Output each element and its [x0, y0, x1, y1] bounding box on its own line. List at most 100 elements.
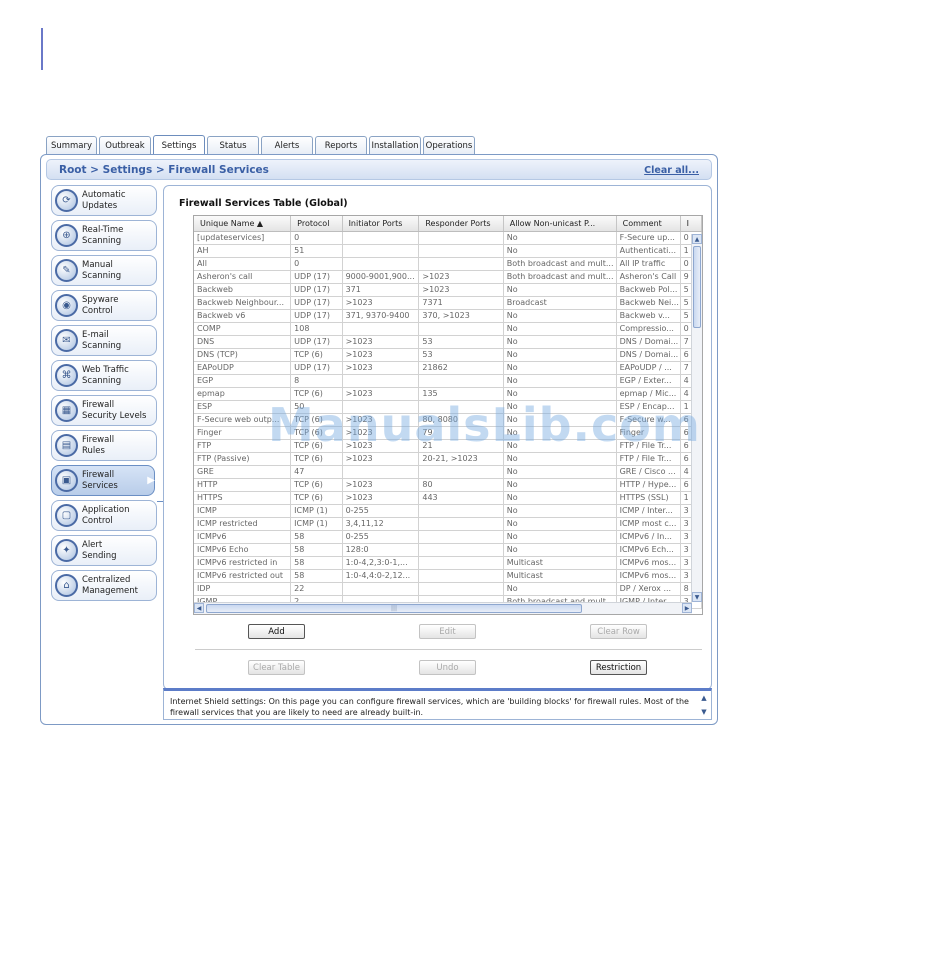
table-cell[interactable]: No	[503, 387, 617, 401]
table-cell[interactable]: No	[503, 335, 617, 349]
table-cell[interactable]: No	[503, 478, 617, 492]
table-cell[interactable]: TCP (6)	[290, 452, 343, 466]
table-cell[interactable]: EAPoUDP / ...	[616, 361, 681, 375]
table-cell[interactable]: ICMPv6	[194, 530, 292, 544]
table-cell[interactable]: No	[503, 348, 617, 362]
add-button[interactable]: Add	[248, 624, 305, 639]
table-cell[interactable]: TCP (6)	[290, 426, 343, 440]
table-cell[interactable]: 58	[290, 556, 343, 570]
sidebar-item-firewall-rules[interactable]: ▤ Firewall Rules	[51, 430, 157, 461]
tab-outbreak[interactable]: Outbreak	[99, 136, 151, 155]
table-cell[interactable]	[418, 582, 504, 596]
table-cell[interactable]: >1023	[342, 478, 420, 492]
clear-table-button[interactable]: Clear Table	[248, 660, 305, 675]
table-cell[interactable]: Broadcast	[503, 296, 617, 310]
table-cell[interactable]: No	[503, 413, 617, 427]
table-cell[interactable]	[418, 517, 504, 531]
table-cell[interactable]: UDP (17)	[290, 309, 343, 323]
table-cell[interactable]: No	[503, 582, 617, 596]
tab-status[interactable]: Status	[207, 136, 259, 155]
column-header[interactable]: Responder Ports	[418, 216, 504, 232]
table-row[interactable]: ESP 50 No ESP / Encap... 1	[194, 400, 702, 414]
table-row[interactable]: Backweb UDP (17) 371 >1023 No Backweb Pol... 5	[194, 283, 702, 297]
table-cell[interactable]	[342, 465, 420, 479]
table-row[interactable]: F-Secure web outp... TCP (6) >1023 80, 8080…	[194, 413, 702, 427]
table-row[interactable]: AH 51 No Authenticati... 1	[194, 244, 702, 258]
table-cell[interactable]: 22	[290, 582, 343, 596]
table-cell[interactable]: No	[503, 517, 617, 531]
table-cell[interactable]: GRE / Cisco ...	[616, 465, 681, 479]
table-row[interactable]: IDP 22 No DP / Xerox ... 8	[194, 582, 702, 596]
table-cell[interactable]: ICMP / Inter...	[616, 504, 681, 518]
table-cell[interactable]: FTP / File Tr...	[616, 439, 681, 453]
table-cell[interactable]	[342, 257, 420, 271]
table-cell[interactable]: >1023	[342, 491, 420, 505]
table-cell[interactable]: No	[503, 283, 617, 297]
table-cell[interactable]: COMP	[194, 322, 292, 336]
table-cell[interactable]: Both broadcast and mult...	[503, 270, 617, 284]
table-cell[interactable]: DP / Xerox ...	[616, 582, 681, 596]
table-cell[interactable]: No	[503, 504, 617, 518]
table-cell[interactable]: Backweb Pol...	[616, 283, 681, 297]
breadcrumb[interactable]: Root > Settings > Firewall Services	[59, 164, 269, 176]
edit-button[interactable]: Edit	[419, 624, 476, 639]
column-header[interactable]: Allow Non-unicast P...	[503, 216, 617, 232]
table-cell[interactable]: 108	[290, 322, 343, 336]
table-cell[interactable]: [updateservices]	[194, 231, 292, 245]
table-row[interactable]: DNS UDP (17) >1023 53 No DNS / Domai... 7	[194, 335, 702, 349]
table-cell[interactable]	[418, 400, 504, 414]
sidebar-item-application-control[interactable]: ▢ Application Control	[51, 500, 157, 531]
table-cell[interactable]: ICMPv6 restricted in	[194, 556, 292, 570]
table-row[interactable]: Backweb Neighbour... UDP (17) >1023 7371 Bro…	[194, 296, 702, 310]
table-cell[interactable]: >1023	[342, 439, 420, 453]
table-cell[interactable]	[418, 543, 504, 557]
table-cell[interactable]: EAPoUDP	[194, 361, 292, 375]
table-row[interactable]: EAPoUDP UDP (17) >1023 21862 No EAPoUDP / ...…	[194, 361, 702, 375]
table-cell[interactable]: Backweb v...	[616, 309, 681, 323]
table-cell[interactable]: No	[503, 374, 617, 388]
table-row[interactable]: ICMPv6 Echo 58 128:0 No ICMPv6 Ech... 3	[194, 543, 702, 557]
table-cell[interactable]: All	[194, 257, 292, 271]
tab-operations[interactable]: Operations	[423, 136, 475, 155]
table-cell[interactable]	[342, 231, 420, 245]
table-row[interactable]: FTP (Passive) TCP (6) >1023 20-21, >1023 No F…	[194, 452, 702, 466]
table-cell[interactable]: >1023	[342, 296, 420, 310]
table-row[interactable]: Asheron's call UDP (17) 9000-9001,900... >1…	[194, 270, 702, 284]
table-cell[interactable]: FTP / File Tr...	[616, 452, 681, 466]
sidebar-item-spyware[interactable]: ◉ Spyware Control	[51, 290, 157, 321]
scroll-right-icon[interactable]: ▶	[682, 603, 692, 613]
table-cell[interactable]: >1023	[418, 283, 504, 297]
table-row[interactable]: [updateservices] 0 No F-Secure up... 0	[194, 231, 702, 245]
column-header[interactable]: Unique Name ▲	[194, 216, 292, 232]
tab-summary[interactable]: Summary	[46, 136, 97, 155]
sidebar-item-manual-scan[interactable]: ✎ Manual Scanning	[51, 255, 157, 286]
table-vertical-scrollbar[interactable]: ▲ ▼	[691, 234, 702, 602]
table-cell[interactable]	[418, 231, 504, 245]
table-row[interactable]: All 0 Both broadcast and mult... All IP tra…	[194, 257, 702, 271]
table-cell[interactable]: TCP (6)	[290, 439, 343, 453]
table-row[interactable]: ICMPv6 restricted in 58 1:0-4,2,3:0-1,... M…	[194, 556, 702, 570]
column-header[interactable]: Initiator Ports	[342, 216, 420, 232]
sidebar-item-firewall-levels[interactable]: ▦ Firewall Security Levels	[51, 395, 157, 426]
table-cell[interactable]: 443	[418, 491, 504, 505]
table-cell[interactable]	[418, 569, 504, 583]
table-cell[interactable]: 135	[418, 387, 504, 401]
sidebar-item-centralized-management[interactable]: ⌂ Centralized Management	[51, 570, 157, 601]
table-cell[interactable]: 21862	[418, 361, 504, 375]
table-cell[interactable]: No	[503, 543, 617, 557]
table-cell[interactable]	[342, 322, 420, 336]
table-cell[interactable]: >1023	[342, 348, 420, 362]
table-cell[interactable]: GRE	[194, 465, 292, 479]
table-cell[interactable]: 53	[418, 335, 504, 349]
table-cell[interactable]: F-Secure up...	[616, 231, 681, 245]
table-cell[interactable]: >1023	[342, 361, 420, 375]
table-cell[interactable]: ICMP most c...	[616, 517, 681, 531]
table-cell[interactable]: HTTPS (SSL)	[616, 491, 681, 505]
table-cell[interactable]: Finger	[194, 426, 292, 440]
sidebar-item-update[interactable]: ⟳ Automatic Updates	[51, 185, 157, 216]
help-scroll-down-icon[interactable]: ▼	[699, 707, 709, 717]
table-cell[interactable]: 0	[290, 257, 343, 271]
restriction-button[interactable]: Restriction	[590, 660, 647, 675]
table-cell[interactable]: 1:0-4,2,3:0-1,...	[342, 556, 420, 570]
table-row[interactable]: FTP TCP (6) >1023 21 No FTP / File Tr... 6	[194, 439, 702, 453]
